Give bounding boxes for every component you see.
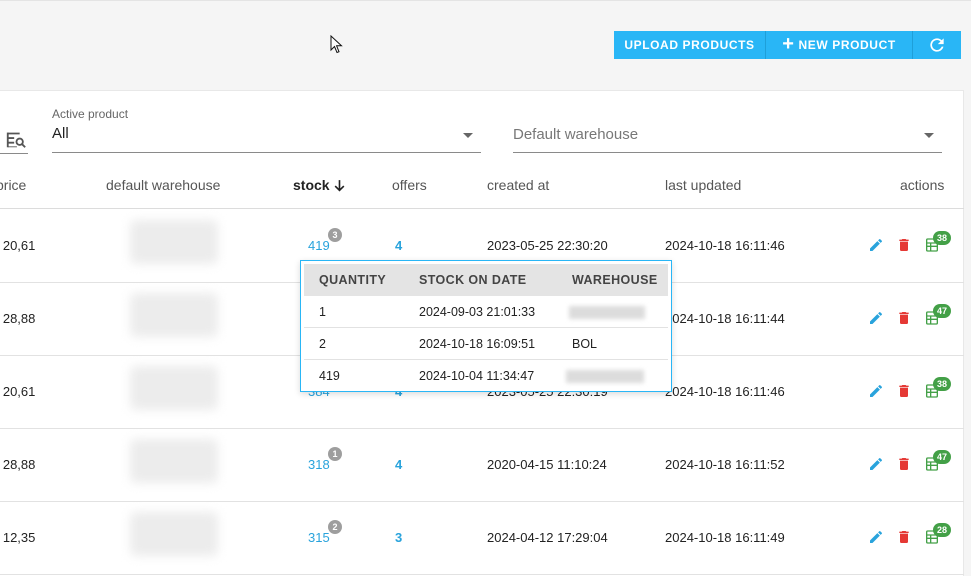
last-updated-cell: 2024-10-18 16:11:52 bbox=[665, 457, 785, 472]
new-product-label: NEW PRODUCT bbox=[798, 38, 896, 52]
offers-link[interactable]: 4 bbox=[395, 238, 402, 253]
warehouse-redacted bbox=[130, 366, 218, 410]
refresh-button[interactable] bbox=[913, 31, 961, 59]
trash-icon[interactable] bbox=[896, 383, 912, 399]
upload-products-label: UPLOAD PRODUCTS bbox=[624, 38, 755, 52]
chevron-down-icon bbox=[924, 133, 934, 138]
offers-count-badge: 47 bbox=[933, 304, 952, 318]
popup-row: 1 2024-09-03 21:01:33 bbox=[304, 296, 668, 328]
default-warehouse-select[interactable]: Default warehouse bbox=[513, 107, 942, 153]
pencil-icon[interactable] bbox=[868, 529, 884, 545]
popup-stock-date: 2024-10-18 16:09:51 bbox=[419, 337, 536, 351]
table-row: € 12,35 315 2 3 2024-04-12 17:29:04 2024… bbox=[0, 502, 964, 575]
column-header-actions: actions bbox=[900, 177, 945, 193]
popup-quantity: 2 bbox=[319, 337, 326, 351]
pencil-icon[interactable] bbox=[868, 383, 884, 399]
last-updated-cell: 2024-10-18 16:11:46 bbox=[665, 238, 785, 253]
warehouse-redacted bbox=[130, 293, 218, 337]
table-row: € 28,88 318 1 4 2020-04-15 11:10:24 2024… bbox=[0, 429, 964, 502]
price-cell: € 20,61 bbox=[0, 238, 36, 253]
price-cell: € 28,88 bbox=[0, 311, 36, 326]
price-cell: € 28,88 bbox=[0, 457, 36, 472]
top-toolbar: UPLOAD PRODUCTS + NEW PRODUCT bbox=[0, 0, 971, 90]
stock-count-badge: 3 bbox=[328, 228, 342, 242]
popup-warehouse-redacted bbox=[566, 370, 644, 383]
price-cell: € 20,61 bbox=[0, 384, 36, 399]
stock-count-badge: 2 bbox=[328, 520, 342, 534]
pencil-icon[interactable] bbox=[868, 456, 884, 472]
popup-warehouse-redacted bbox=[569, 306, 645, 319]
stock-link[interactable]: 419 bbox=[308, 238, 330, 253]
mouse-cursor-icon bbox=[330, 35, 343, 54]
warehouse-redacted bbox=[130, 439, 218, 483]
popup-header-stock-on-date: STOCK ON DATE bbox=[419, 273, 527, 287]
stock-detail-popup: QUANTITY STOCK ON DATE WAREHOUSE 1 2024-… bbox=[300, 260, 672, 392]
price-cell: € 12,35 bbox=[0, 530, 36, 545]
popup-header: QUANTITY STOCK ON DATE WAREHOUSE bbox=[304, 264, 668, 296]
filter-underline bbox=[0, 153, 28, 154]
warehouse-redacted bbox=[130, 512, 218, 556]
last-updated-cell: 2024-10-18 16:11:46 bbox=[665, 384, 785, 399]
column-header-created-at[interactable]: created at bbox=[487, 177, 549, 193]
popup-row: 2 2024-10-18 16:09:51 BOL bbox=[304, 328, 668, 360]
default-warehouse-placeholder: Default warehouse bbox=[513, 126, 639, 143]
offers-count-badge: 38 bbox=[933, 377, 952, 391]
toolbar-button-group: UPLOAD PRODUCTS + NEW PRODUCT bbox=[614, 31, 961, 59]
filter-search-icon[interactable] bbox=[5, 128, 27, 150]
offers-count-badge: 47 bbox=[933, 450, 952, 464]
column-header-stock[interactable]: stock bbox=[293, 177, 346, 193]
offers-count-badge: 28 bbox=[933, 523, 952, 537]
stock-header-label: stock bbox=[293, 177, 330, 193]
table-header: price default warehouse stock offers cre… bbox=[0, 161, 964, 209]
warehouse-redacted bbox=[130, 220, 218, 264]
column-header-last-updated[interactable]: last updated bbox=[665, 177, 741, 193]
popup-warehouse: BOL bbox=[572, 337, 598, 351]
pencil-icon[interactable] bbox=[868, 237, 884, 253]
popup-header-warehouse: WAREHOUSE bbox=[572, 273, 658, 287]
popup-row: 419 2024-10-04 11:34:47 bbox=[304, 360, 668, 392]
trash-icon[interactable] bbox=[896, 529, 912, 545]
new-product-button[interactable]: + NEW PRODUCT bbox=[766, 31, 913, 59]
trash-icon[interactable] bbox=[896, 237, 912, 253]
active-product-value: All bbox=[52, 125, 69, 142]
arrow-down-icon bbox=[334, 179, 344, 192]
offers-link[interactable]: 3 bbox=[395, 530, 402, 545]
created-at-cell: 2023-05-25 22:30:20 bbox=[487, 238, 608, 253]
column-header-price[interactable]: price bbox=[0, 177, 26, 193]
column-header-default-warehouse[interactable]: default warehouse bbox=[106, 177, 220, 193]
popup-stock-date: 2024-10-04 11:34:47 bbox=[419, 369, 535, 383]
last-updated-cell: 2024-10-18 16:11:44 bbox=[665, 311, 785, 326]
created-at-cell: 2024-04-12 17:29:04 bbox=[487, 530, 608, 545]
trash-icon[interactable] bbox=[896, 456, 912, 472]
popup-quantity: 419 bbox=[319, 369, 340, 383]
refresh-icon bbox=[930, 38, 944, 52]
upload-products-button[interactable]: UPLOAD PRODUCTS bbox=[614, 31, 766, 59]
last-updated-cell: 2024-10-18 16:11:49 bbox=[665, 530, 785, 545]
active-product-select[interactable]: Active product All bbox=[52, 107, 481, 153]
popup-header-quantity: QUANTITY bbox=[319, 273, 387, 287]
offers-count-badge: 38 bbox=[933, 231, 952, 245]
pencil-icon[interactable] bbox=[868, 310, 884, 326]
stock-count-badge: 1 bbox=[328, 447, 342, 461]
created-at-cell: 2020-04-15 11:10:24 bbox=[487, 457, 607, 472]
popup-stock-date: 2024-09-03 21:01:33 bbox=[419, 305, 536, 319]
stock-link[interactable]: 315 bbox=[308, 530, 330, 545]
popup-quantity: 1 bbox=[319, 305, 326, 319]
column-header-offers[interactable]: offers bbox=[392, 177, 427, 193]
active-product-label: Active product bbox=[52, 107, 129, 121]
plus-icon: + bbox=[782, 33, 795, 55]
offers-link[interactable]: 4 bbox=[395, 457, 402, 472]
chevron-down-icon bbox=[463, 133, 473, 138]
trash-icon[interactable] bbox=[896, 310, 912, 326]
stock-link[interactable]: 318 bbox=[308, 457, 330, 472]
